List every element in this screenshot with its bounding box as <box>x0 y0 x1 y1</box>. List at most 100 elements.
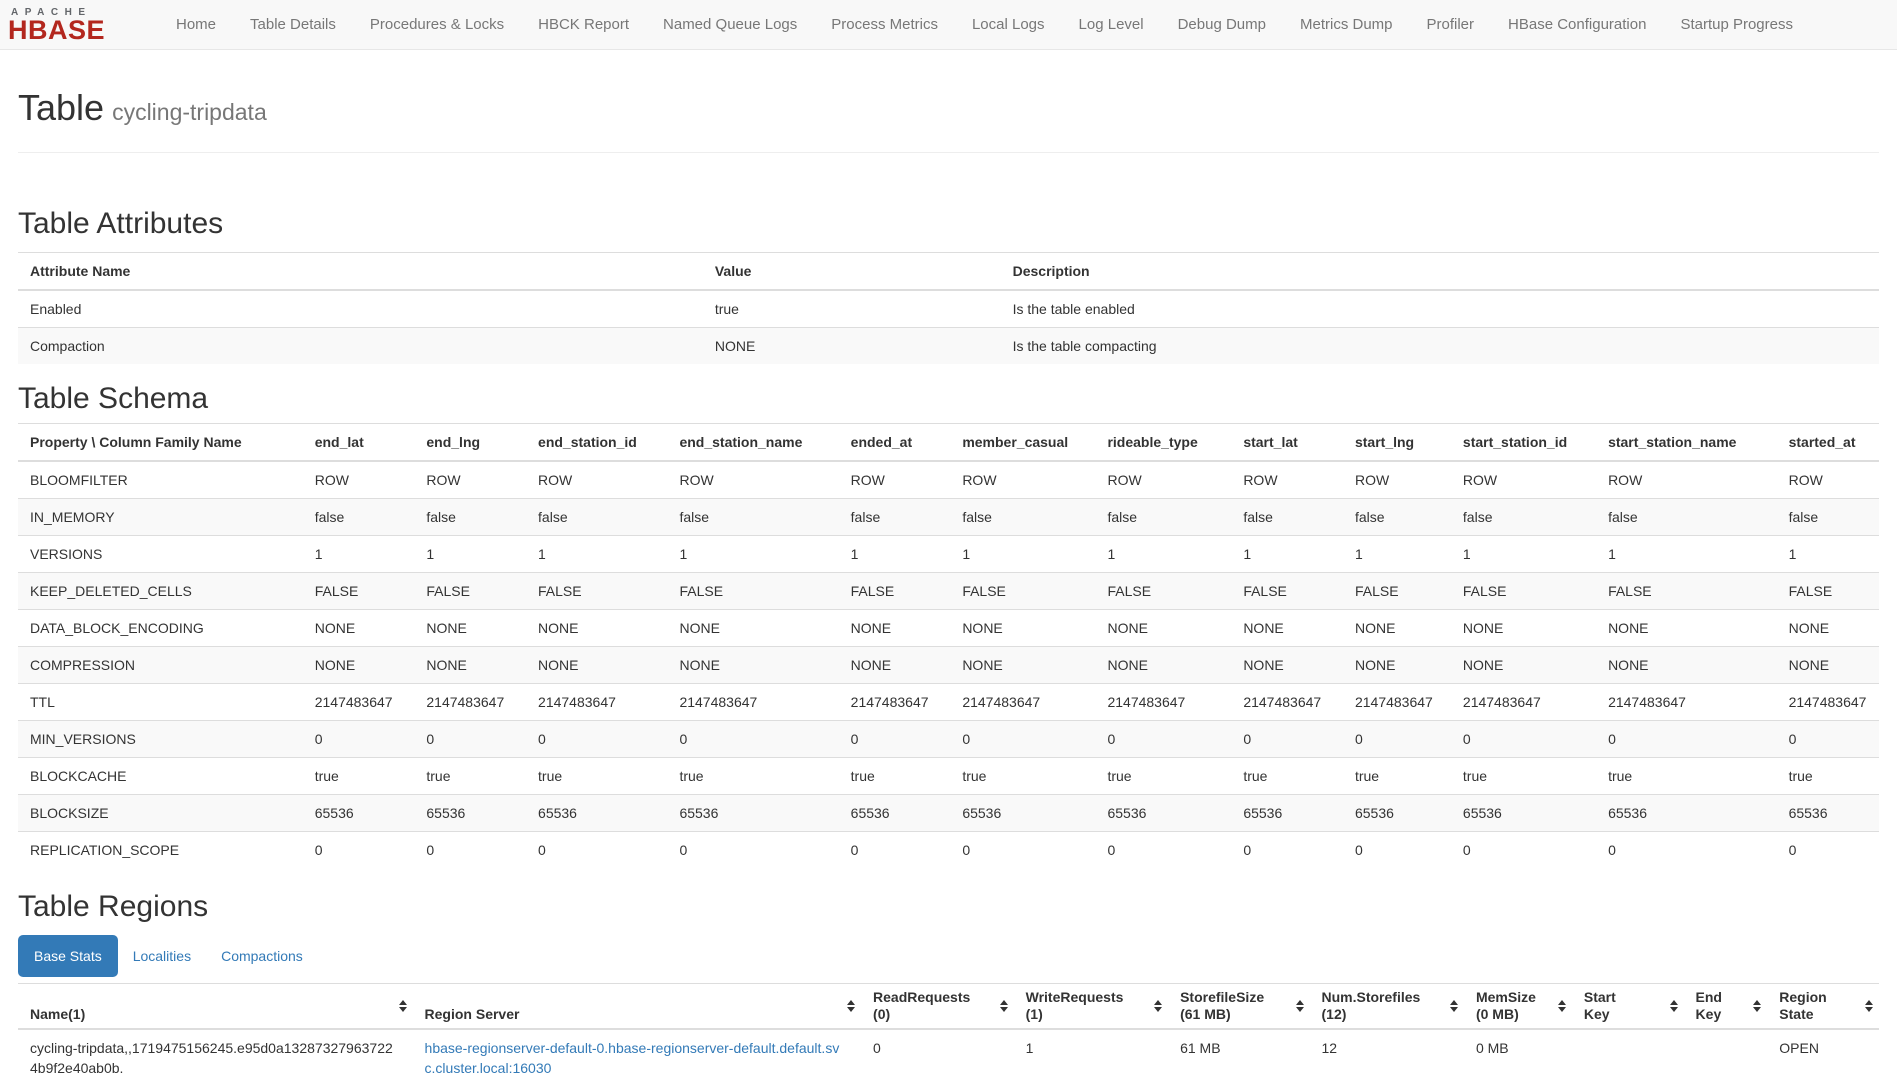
tab-localities[interactable]: Localities <box>118 935 206 977</box>
navbar-link-home[interactable]: Home <box>159 0 233 49</box>
schema-property-value: FALSE <box>1596 573 1777 610</box>
regions-heading: Table Regions <box>18 890 1879 923</box>
regions-column-name-1[interactable]: Name(1) <box>18 984 413 1030</box>
schema-property-value: NONE <box>1451 647 1596 684</box>
tab-compactions[interactable]: Compactions <box>206 935 318 977</box>
navbar-link-profiler[interactable]: Profiler <box>1410 0 1492 49</box>
regions-column-label: ReadRequests <box>873 989 992 1006</box>
schema-property-value: ROW <box>1777 461 1879 499</box>
schema-property-name: DATA_BLOCK_ENCODING <box>18 610 303 647</box>
regions-column-memsize-0-mb[interactable]: MemSize(0 MB) <box>1464 984 1572 1030</box>
schema-property-value: NONE <box>1343 610 1451 647</box>
navbar-link-process-metrics[interactable]: Process Metrics <box>814 0 955 49</box>
schema-property-name: BLOCKSIZE <box>18 795 303 832</box>
region-server-cell: hbase-regionserver-default-0.hbase-regio… <box>413 1029 862 1077</box>
sort-down-arrow <box>1296 1007 1304 1012</box>
schema-column-family-rideable-type: rideable_type <box>1095 424 1231 462</box>
schema-column-family-end-lng: end_lng <box>414 424 526 462</box>
schema-property-value: false <box>414 499 526 536</box>
schema-property-value: FALSE <box>526 573 667 610</box>
schema-property-name: VERSIONS <box>18 536 303 573</box>
navbar-link-hbck-report[interactable]: HBCK Report <box>521 0 646 49</box>
region-server-link[interactable]: hbase-regionserver-default-0.hbase-regio… <box>425 1040 840 1076</box>
schema-property-value: 65536 <box>950 795 1095 832</box>
schema-property-value: NONE <box>414 647 526 684</box>
regions-column-storefilesize-61-mb[interactable]: StorefileSize(61 MB) <box>1168 984 1309 1030</box>
sort-down-arrow <box>1753 1007 1761 1012</box>
schema-property-value: true <box>1451 758 1596 795</box>
region-start-key <box>1572 1029 1684 1077</box>
attribute-description: Is the table compacting <box>1001 328 1879 365</box>
schema-property-value: 1 <box>1343 536 1451 573</box>
schema-column-family-start-lat: start_lat <box>1231 424 1343 462</box>
schema-property-value: 1 <box>1596 536 1777 573</box>
page-subtitle: cycling-tripdata <box>112 99 267 125</box>
navbar-link-startup-progress[interactable]: Startup Progress <box>1663 0 1810 49</box>
regions-column-label-line2: Key <box>1584 1006 1662 1023</box>
schema-column-family-start-station-name: start_station_name <box>1596 424 1777 462</box>
schema-property-value: 0 <box>667 832 838 869</box>
regions-column-num-storefiles-12[interactable]: Num.Storefiles(12) <box>1310 984 1464 1030</box>
hbase-logo[interactable]: APACHE HBASE <box>8 8 114 42</box>
navbar-link-log-level[interactable]: Log Level <box>1062 0 1161 49</box>
schema-property-value: false <box>526 499 667 536</box>
logo-hbase-text: HBASE <box>8 18 114 42</box>
sort-icon <box>1154 1000 1162 1012</box>
schema-column-family-end-station-id: end_station_id <box>526 424 667 462</box>
navbar-item-profiler: Profiler <box>1410 0 1492 49</box>
sort-up-arrow <box>847 1000 855 1005</box>
schema-property-value: 0 <box>1777 721 1879 758</box>
regions-column-label-line2: (12) <box>1322 1006 1442 1023</box>
navbar-link-metrics-dump[interactable]: Metrics Dump <box>1283 0 1410 49</box>
navbar-link-table-details[interactable]: Table Details <box>233 0 353 49</box>
navbar-item-hbck-report: HBCK Report <box>521 0 646 49</box>
navbar-link-procedures-locks[interactable]: Procedures & Locks <box>353 0 521 49</box>
table-attributes: Attribute NameValueDescriptionEnabledtru… <box>18 252 1879 364</box>
sort-down-arrow <box>1865 1007 1873 1012</box>
schema-property-value: FALSE <box>839 573 951 610</box>
navbar-link-named-queue-logs[interactable]: Named Queue Logs <box>646 0 814 49</box>
schema-property-value: ROW <box>1231 461 1343 499</box>
navbar-item-hbase-configuration: HBase Configuration <box>1491 0 1663 49</box>
schema-property-value: 0 <box>414 832 526 869</box>
regions-column-region-server[interactable]: Region Server <box>413 984 862 1030</box>
schema-property-value: true <box>950 758 1095 795</box>
sort-down-arrow <box>1558 1007 1566 1012</box>
regions-column-end-key[interactable]: EndKey <box>1684 984 1768 1030</box>
navbar-item-process-metrics: Process Metrics <box>814 0 955 49</box>
regions-column-label: Name(1) <box>30 1006 391 1023</box>
navbar-item-startup-progress: Startup Progress <box>1663 0 1810 49</box>
sort-icon <box>1558 1000 1566 1012</box>
navbar-link-local-logs[interactable]: Local Logs <box>955 0 1062 49</box>
schema-property-value: false <box>1343 499 1451 536</box>
sort-icon <box>1000 1000 1008 1012</box>
navbar-link-debug-dump[interactable]: Debug Dump <box>1161 0 1283 49</box>
schema-property-value: 2147483647 <box>839 684 951 721</box>
attribute-description: Is the table enabled <box>1001 290 1879 328</box>
sort-up-arrow <box>1670 1000 1678 1005</box>
regions-column-start-key[interactable]: StartKey <box>1572 984 1684 1030</box>
regions-column-label: Start <box>1584 989 1662 1006</box>
schema-property-value: 2147483647 <box>1095 684 1231 721</box>
schema-property-value: false <box>1777 499 1879 536</box>
schema-property-value: NONE <box>1596 647 1777 684</box>
regions-column-readrequests-0[interactable]: ReadRequests(0) <box>861 984 1014 1030</box>
tab-base-stats[interactable]: Base Stats <box>18 935 118 977</box>
regions-column-writerequests-1[interactable]: WriteRequests(1) <box>1014 984 1168 1030</box>
schema-property-value: NONE <box>950 610 1095 647</box>
schema-property-value: false <box>839 499 951 536</box>
schema-property-value: NONE <box>1231 610 1343 647</box>
regions-column-region-state[interactable]: RegionState <box>1767 984 1879 1030</box>
schema-property-value: FALSE <box>1451 573 1596 610</box>
schema-column-family-ended-at: ended_at <box>839 424 951 462</box>
regions-column-label-line2: (0 MB) <box>1476 1006 1550 1023</box>
schema-property-name: KEEP_DELETED_CELLS <box>18 573 303 610</box>
sort-down-arrow <box>1450 1007 1458 1012</box>
attribute-value: NONE <box>703 328 1001 365</box>
top-navbar: APACHE HBASE HomeTable DetailsProcedures… <box>0 0 1897 50</box>
sort-up-arrow <box>1865 1000 1873 1005</box>
page-title-text: Table <box>18 87 104 128</box>
navbar-link-hbase-configuration[interactable]: HBase Configuration <box>1491 0 1663 49</box>
schema-column-family-member-casual: member_casual <box>950 424 1095 462</box>
schema-property-value: NONE <box>303 610 415 647</box>
